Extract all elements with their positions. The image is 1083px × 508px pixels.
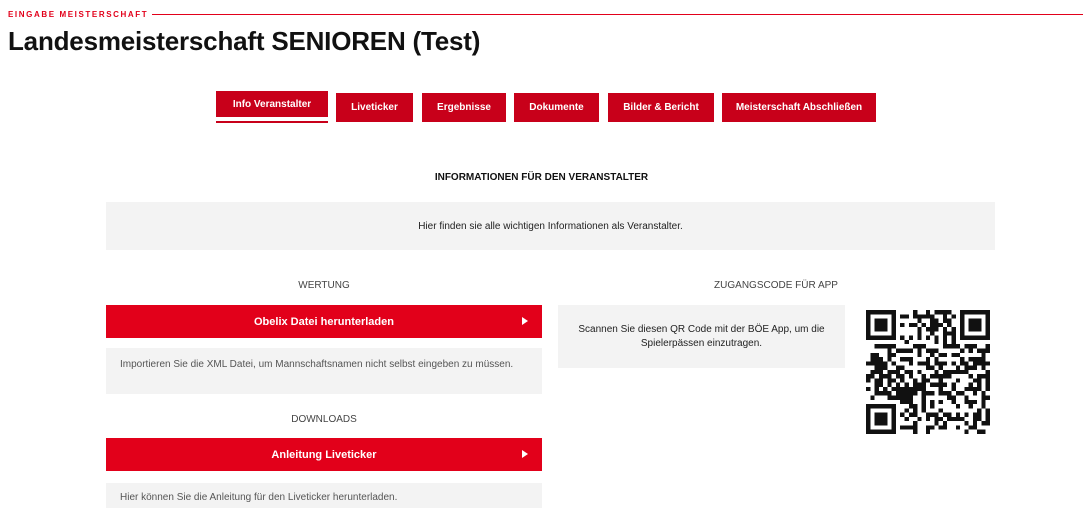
play-arrow-icon [522, 317, 528, 325]
tab-meisterschaft-abschliessen[interactable]: Meisterschaft Abschließen [722, 93, 876, 122]
tab-bilder-bericht[interactable]: Bilder & Bericht [608, 93, 714, 122]
wertung-label: WERTUNG [298, 280, 350, 291]
tab-dokumente[interactable]: Dokumente [514, 93, 599, 122]
play-arrow-icon [522, 450, 528, 458]
qr-instruction-box: Scannen Sie diesen QR Code mit der BÖE A… [558, 305, 845, 368]
downloads-note: Hier können Sie die Anleitung für den Li… [106, 483, 542, 508]
obelix-download-button[interactable]: Obelix Datei herunterladen [106, 305, 542, 338]
page-title: Landesmeisterschaft SENIOREN (Test) [8, 26, 481, 56]
app-code-label: ZUGANGSCODE FÜR APP [714, 280, 838, 291]
qr-code-icon [866, 310, 990, 434]
tab-ergebnisse[interactable]: Ergebnisse [422, 93, 506, 122]
section-title: INFORMATIONEN FÜR DEN VERANSTALTER [434, 172, 649, 183]
info-box: Hier finden sie alle wichtigen Informati… [106, 202, 995, 250]
eyebrow-divider [152, 13, 1083, 15]
active-tab-underline [216, 121, 328, 123]
anleitung-liveticker-label: Anleitung Liveticker [271, 448, 377, 461]
downloads-label: DOWNLOADS [291, 414, 357, 425]
qr-instruction-text: Scannen Sie diesen QR Code mit der BÖE A… [578, 323, 825, 349]
anleitung-liveticker-button[interactable]: Anleitung Liveticker [106, 438, 542, 471]
tab-info-veranstalter[interactable]: Info Veranstalter [216, 91, 328, 117]
wertung-note: Importieren Sie die XML Datei, um Mannsc… [106, 348, 542, 394]
eyebrow-label: EINGABE MEISTERSCHAFT [8, 9, 149, 19]
obelix-download-label: Obelix Datei herunterladen [254, 315, 394, 328]
tab-bar: Info Veranstalter Liveticker Ergebnisse … [0, 91, 1083, 133]
eyebrow-row: EINGABE MEISTERSCHAFT [8, 8, 1083, 20]
tab-liveticker[interactable]: Liveticker [336, 93, 413, 122]
info-text: Hier finden sie alle wichtigen Informati… [418, 220, 683, 232]
